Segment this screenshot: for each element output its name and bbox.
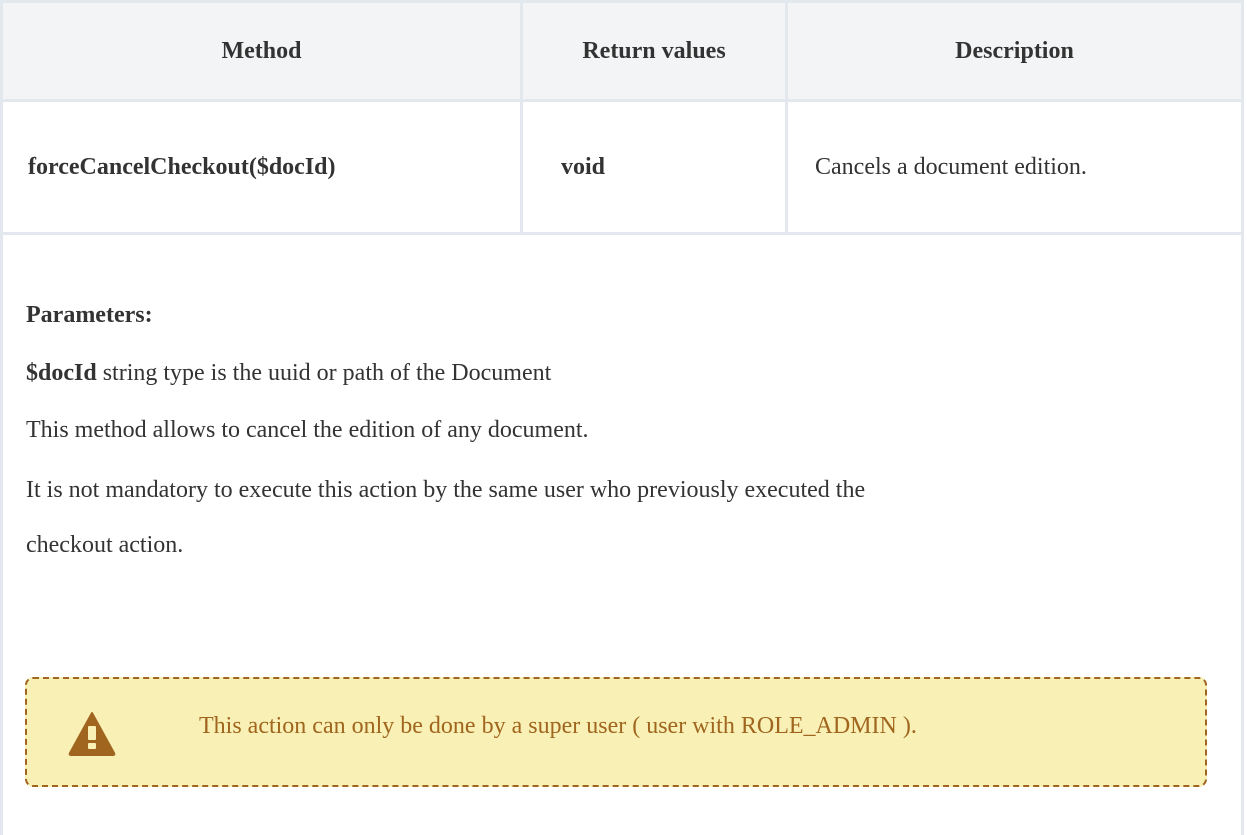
method-description: Cancels a document edition. <box>787 101 1243 234</box>
table-header-row: Method Return values Description <box>2 2 1243 101</box>
method-signature: forceCancelCheckout($docId) <box>2 101 522 234</box>
parameter-description: string type is the uuid or path of the D… <box>103 360 552 386</box>
table-row: forceCancelCheckout($docId) void Cancels… <box>2 101 1243 234</box>
parameters-label: Parameters: <box>26 301 153 329</box>
column-header-method: Method <box>2 2 522 101</box>
return-value: void <box>522 101 787 234</box>
paragraph-note-line-2: checkout action. <box>26 531 183 559</box>
column-header-return-values: Return values <box>522 2 787 101</box>
paragraph-method-purpose: This method allows to cancel the edition… <box>26 416 589 444</box>
paragraph-note-line-1: It is not mandatory to execute this acti… <box>26 476 865 504</box>
parameter-line: $docId string type is the uuid or path o… <box>26 359 551 387</box>
column-header-description: Description <box>787 2 1243 101</box>
warning-text: This action can only be done by a super … <box>199 712 917 740</box>
details-row: Parameters: $docId string type is the uu… <box>2 234 1243 835</box>
details-cell: Parameters: $docId string type is the uu… <box>2 234 1243 835</box>
parameter-name: $docId <box>26 360 97 386</box>
warning-triangle-icon <box>67 710 117 756</box>
method-table: Method Return values Description forceCa… <box>0 0 1244 835</box>
warning-callout: This action can only be done by a super … <box>25 677 1207 787</box>
